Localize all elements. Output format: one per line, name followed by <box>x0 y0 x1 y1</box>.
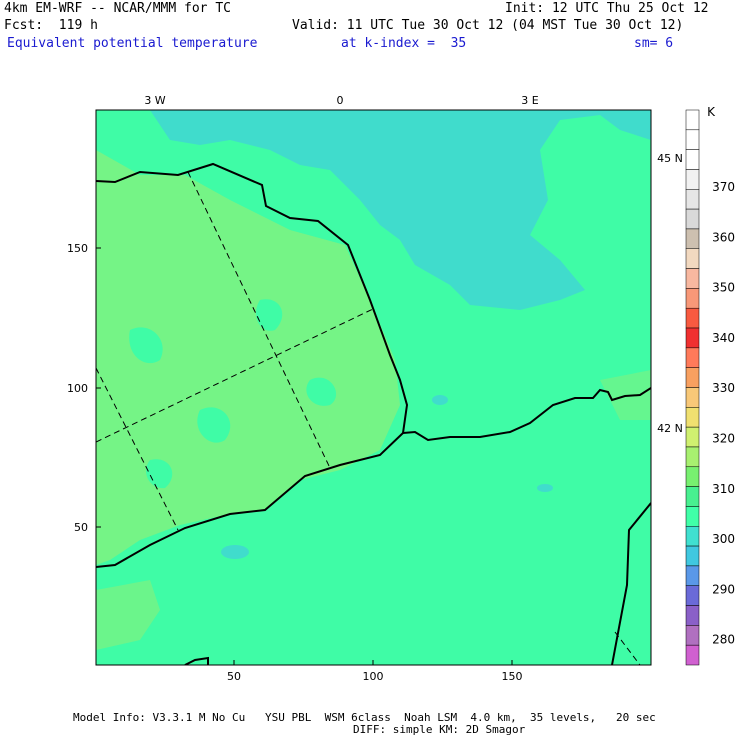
colorbar-swatch <box>685 228 700 250</box>
colorbar-swatch <box>685 426 700 448</box>
lon-label-0: 0 <box>337 94 344 107</box>
y-tick-50: 50 <box>74 521 88 534</box>
x-tick-150: 150 <box>502 670 523 683</box>
diff-info: DIFF: simple KM: 2D Smagor <box>353 723 526 736</box>
x-tick-50: 50 <box>227 670 241 683</box>
colorbar-swatch <box>685 288 700 309</box>
colorbar-swatch <box>685 446 700 468</box>
colorbar-swatch <box>685 169 700 190</box>
cool-spot-3 <box>432 395 448 405</box>
lat-label-42n: 42 N <box>657 422 683 435</box>
colorbar-label: 360 <box>712 230 735 244</box>
lon-label-3e: 3 E <box>521 94 538 107</box>
colorbar-swatch <box>685 347 700 368</box>
colorbar-swatch <box>685 129 700 150</box>
colorbar <box>685 109 700 666</box>
colorbar-swatch <box>685 506 700 527</box>
colorbar-swatch <box>685 189 700 210</box>
colorbar-label: 290 <box>712 582 735 596</box>
lat-label-45n: 45 N <box>657 152 683 165</box>
colorbar-swatch <box>685 545 700 567</box>
map-figure: 3 W 0 3 E 45 N 42 N 50 100 150 150 100 5… <box>67 94 735 683</box>
colorbar-label: 340 <box>712 331 735 345</box>
colorbar-swatch <box>685 526 700 547</box>
colorbar-label: 280 <box>712 633 735 647</box>
colorbar-swatch <box>685 307 700 329</box>
colorbar-label: 310 <box>712 482 735 496</box>
colorbar-swatch <box>685 327 700 349</box>
colorbar-swatch <box>685 387 700 408</box>
colorbar-swatch <box>685 268 700 289</box>
colorbar-unit: K <box>707 105 716 119</box>
colorbar-swatch <box>685 149 700 170</box>
y-tick-100: 100 <box>67 382 88 395</box>
cool-spot-2 <box>537 484 553 492</box>
colorbar-label: 370 <box>712 180 735 194</box>
x-tick-100: 100 <box>363 670 384 683</box>
colorbar-swatch <box>685 585 700 606</box>
map-panel <box>96 110 651 665</box>
colorbar-swatch <box>685 407 700 428</box>
cool-spot-1 <box>221 545 249 559</box>
colorbar-swatch <box>685 605 700 626</box>
colorbar-swatch <box>685 565 700 586</box>
colorbar-swatch <box>685 248 700 269</box>
colorbar-label: 300 <box>712 532 735 546</box>
colorbar-swatch <box>685 466 700 487</box>
colorbar-swatch <box>685 109 700 131</box>
y-tick-150: 150 <box>67 242 88 255</box>
colorbar-labels: 370 360 350 340 330 320 310 300 290 280 <box>712 180 735 647</box>
colorbar-label: 350 <box>712 281 735 295</box>
colorbar-swatch <box>685 208 700 230</box>
colorbar-swatch <box>685 625 700 646</box>
colorbar-swatch <box>685 486 700 507</box>
colorbar-label: 320 <box>712 432 735 446</box>
lon-label-3w: 3 W <box>144 94 165 107</box>
colorbar-swatch <box>685 367 700 388</box>
colorbar-label: 330 <box>712 381 735 395</box>
colorbar-swatch <box>685 644 700 666</box>
